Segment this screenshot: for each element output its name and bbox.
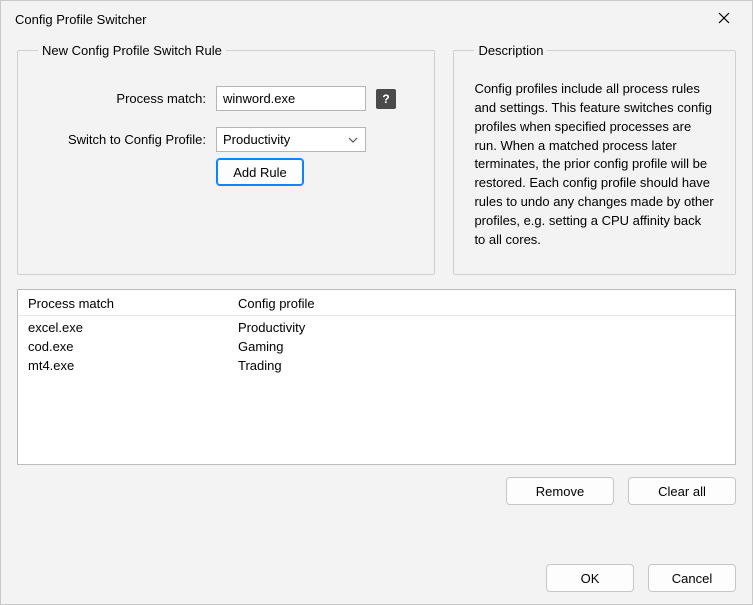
ok-label: OK xyxy=(581,571,600,586)
table-row[interactable]: cod.exe Gaming xyxy=(28,337,725,356)
switch-profile-select[interactable]: Productivity xyxy=(216,127,366,152)
add-rule-row: Add Rule xyxy=(36,158,416,186)
new-rule-group: New Config Profile Switch Rule Process m… xyxy=(17,43,435,275)
remove-button[interactable]: Remove xyxy=(506,477,614,505)
table-row[interactable]: mt4.exe Trading xyxy=(28,356,725,375)
add-rule-button[interactable]: Add Rule xyxy=(216,158,304,186)
cancel-button[interactable]: Cancel xyxy=(648,564,736,592)
rules-list-header: Process match Config profile xyxy=(18,290,735,316)
cell-process-match: excel.exe xyxy=(28,320,238,335)
cell-config-profile: Trading xyxy=(238,358,725,373)
table-row[interactable]: excel.exe Productivity xyxy=(28,318,725,337)
window-title: Config Profile Switcher xyxy=(15,12,147,27)
ok-button[interactable]: OK xyxy=(546,564,634,592)
col-process-match: Process match xyxy=(28,296,238,311)
cancel-label: Cancel xyxy=(672,571,712,586)
spacer xyxy=(36,158,216,186)
titlebar: Config Profile Switcher xyxy=(1,1,752,37)
col-config-profile: Config profile xyxy=(238,296,725,311)
process-match-label: Process match: xyxy=(36,91,206,106)
top-row: New Config Profile Switch Rule Process m… xyxy=(17,43,736,275)
close-icon xyxy=(718,12,730,27)
add-rule-label: Add Rule xyxy=(233,165,286,180)
description-group: Description Config profiles include all … xyxy=(453,43,736,275)
remove-label: Remove xyxy=(536,484,584,499)
description-legend: Description xyxy=(474,43,547,58)
clear-all-button[interactable]: Clear all xyxy=(628,477,736,505)
cell-process-match: mt4.exe xyxy=(28,358,238,373)
new-rule-legend: New Config Profile Switch Rule xyxy=(38,43,226,58)
switch-profile-value: Productivity xyxy=(223,132,290,147)
dialog-footer: OK Cancel xyxy=(17,546,736,592)
rule-form: Process match: ? Switch to Config Profil… xyxy=(36,86,416,152)
chevron-down-icon xyxy=(347,134,359,146)
rules-list[interactable]: Process match Config profile excel.exe P… xyxy=(17,289,736,465)
list-buttons-row: Remove Clear all xyxy=(17,477,736,505)
cell-config-profile: Gaming xyxy=(238,339,725,354)
dialog-content: New Config Profile Switch Rule Process m… xyxy=(1,37,752,604)
switch-profile-label: Switch to Config Profile: xyxy=(36,132,206,147)
clear-all-label: Clear all xyxy=(658,484,706,499)
rules-list-body: excel.exe Productivity cod.exe Gaming mt… xyxy=(18,316,735,383)
description-text: Config profiles include all process rule… xyxy=(472,76,717,254)
help-icon[interactable]: ? xyxy=(376,89,396,109)
process-match-input[interactable] xyxy=(216,86,366,111)
cell-config-profile: Productivity xyxy=(238,320,725,335)
dialog-window: Config Profile Switcher New Config Profi… xyxy=(0,0,753,605)
cell-process-match: cod.exe xyxy=(28,339,238,354)
close-button[interactable] xyxy=(708,3,740,35)
